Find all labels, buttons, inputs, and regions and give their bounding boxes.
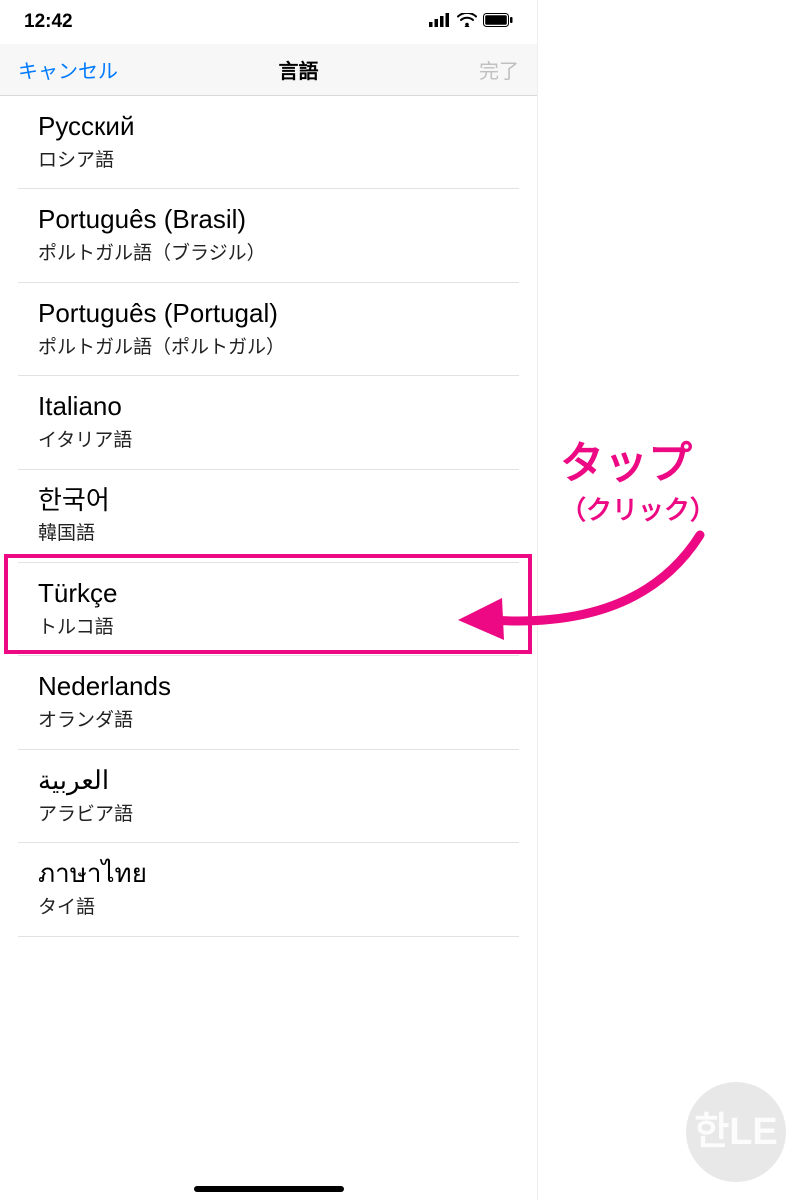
list-item[interactable]: ภาษาไทย タイ語 <box>18 843 519 936</box>
language-native-name: Nederlands <box>38 670 499 704</box>
list-item[interactable]: Português (Portugal) ポルトガル語（ポルトガル） <box>18 283 519 376</box>
annotation-sub: （クリック） <box>560 490 716 527</box>
language-native-name: ภาษาไทย <box>38 857 499 891</box>
phone-screen: 12:42 キャンセル 言語 完了 Русский ロシア語 Português… <box>0 0 538 1200</box>
status-right <box>429 11 513 33</box>
language-native-name: 한국어 <box>38 484 499 518</box>
nav-title: 言語 <box>279 55 319 84</box>
language-native-name: Português (Portugal) <box>38 297 499 331</box>
language-localized-name: ポルトガル語（ポルトガル） <box>38 335 499 362</box>
language-native-name: العربية <box>38 764 499 798</box>
wifi-icon <box>457 11 477 33</box>
language-localized-name: ロシア語 <box>38 148 499 175</box>
list-item[interactable]: Português (Brasil) ポルトガル語（ブラジル） <box>18 189 519 282</box>
language-native-name: Русский <box>38 110 499 144</box>
language-native-name: Türkçe <box>38 577 499 611</box>
language-localized-name: タイ語 <box>38 895 499 922</box>
watermark: 한LE <box>686 1082 786 1182</box>
nav-bar: キャンセル 言語 完了 <box>0 44 537 96</box>
list-item-korean[interactable]: 한국어 韓国語 <box>18 470 519 563</box>
list-item[interactable]: Русский ロシア語 <box>18 96 519 189</box>
language-localized-name: 韓国語 <box>38 521 499 548</box>
language-native-name: Português (Brasil) <box>38 203 499 237</box>
language-localized-name: イタリア語 <box>38 428 499 455</box>
home-indicator[interactable] <box>194 1186 344 1192</box>
status-time: 12:42 <box>24 11 73 33</box>
done-button[interactable]: 完了 <box>479 55 519 84</box>
language-localized-name: アラビア語 <box>38 802 499 829</box>
annotation-main: タップ <box>560 440 716 488</box>
cancel-button[interactable]: キャンセル <box>18 55 118 84</box>
language-localized-name: ポルトガル語（ブラジル） <box>38 241 499 268</box>
language-native-name: Italiano <box>38 390 499 424</box>
annotation: タップ （クリック） <box>560 440 716 527</box>
battery-icon <box>483 11 513 33</box>
list-item[interactable]: العربية アラビア語 <box>18 750 519 843</box>
list-item[interactable]: Türkçe トルコ語 <box>18 563 519 656</box>
watermark-text: 한LE <box>694 1115 778 1149</box>
list-item[interactable]: Italiano イタリア語 <box>18 376 519 469</box>
language-localized-name: オランダ語 <box>38 708 499 735</box>
list-item[interactable]: Nederlands オランダ語 <box>18 656 519 749</box>
language-localized-name: トルコ語 <box>38 615 499 642</box>
cellular-icon <box>429 11 451 33</box>
status-bar: 12:42 <box>0 0 537 44</box>
language-list[interactable]: Русский ロシア語 Português (Brasil) ポルトガル語（ブ… <box>0 96 537 937</box>
